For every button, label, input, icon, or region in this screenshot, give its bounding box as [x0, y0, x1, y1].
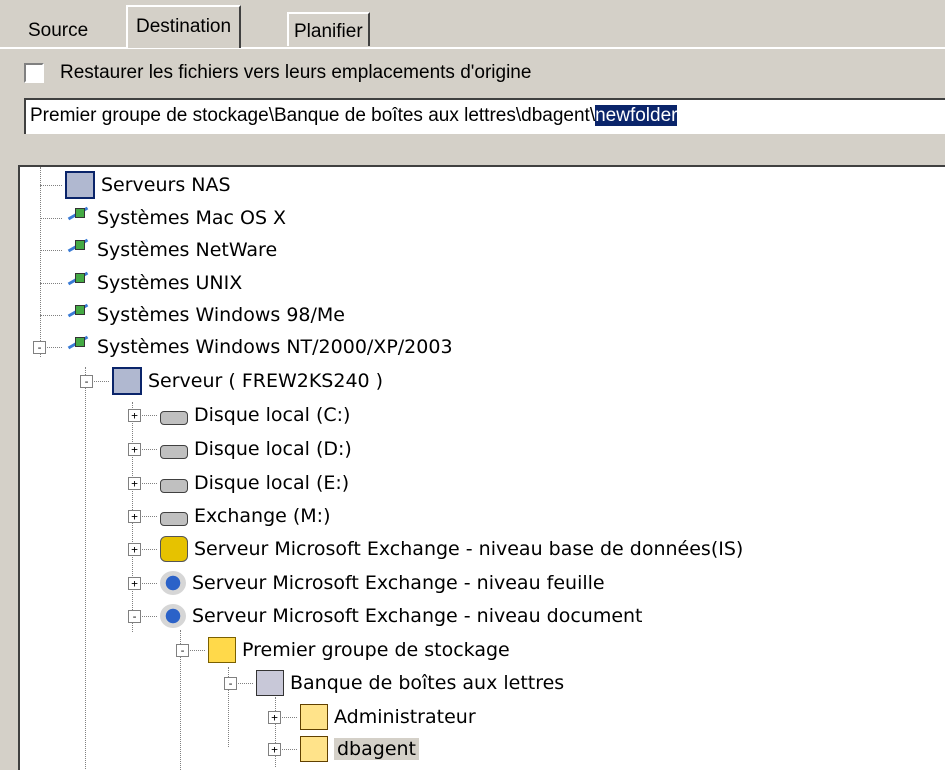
destination-path-prefix: Premier groupe de stockage\Banque de boî…	[30, 105, 596, 126]
tree-node-label: Serveur Microsoft Exchange - niveau feui…	[192, 572, 605, 594]
collapse-toggle[interactable]: -	[33, 341, 46, 354]
tree-node-label: Banque de boîtes aux lettres	[290, 672, 565, 694]
collapse-toggle[interactable]: -	[128, 610, 141, 623]
tree-node[interactable]: Serveur ( FREW2KS240 )	[112, 365, 383, 397]
tree-node[interactable]: Banque de boîtes aux lettres	[256, 667, 564, 699]
tree-node[interactable]: Disque local (D:)	[160, 433, 352, 465]
tree-node-label: Administrateur	[334, 706, 476, 728]
tree-node-label: Systèmes Windows NT/2000/XP/2003	[97, 336, 453, 358]
computer-icon	[112, 367, 142, 395]
tree-node[interactable]: Premier groupe de stockage	[208, 634, 510, 666]
tree-node-label: Disque local (E:)	[194, 472, 350, 494]
expand-toggle[interactable]: +	[128, 577, 141, 590]
collapse-toggle[interactable]: -	[176, 644, 189, 657]
destination-path-selected: newfolder	[595, 105, 678, 126]
mailbox-icon	[300, 736, 328, 762]
tree-node-label: Serveur Microsoft Exchange - niveau docu…	[192, 605, 643, 627]
expand-toggle[interactable]: +	[268, 743, 281, 756]
tree-node-label: Serveurs NAS	[101, 174, 231, 196]
expand-toggle[interactable]: +	[128, 477, 141, 490]
network-icon	[65, 335, 91, 359]
tab-destination[interactable]: Destination	[126, 5, 242, 48]
tree-node[interactable]: Systèmes Mac OS X	[65, 202, 286, 234]
database-icon	[160, 536, 188, 562]
tree-node-label: Systèmes Windows 98/Me	[97, 304, 345, 326]
disk-icon	[160, 411, 188, 425]
tree-node-label: Serveur ( FREW2KS240 )	[148, 370, 384, 392]
tree-node-label: Disque local (C:)	[194, 404, 351, 426]
restore-original-location-checkbox[interactable]	[24, 63, 44, 83]
tree-node[interactable]: Disque local (E:)	[160, 467, 349, 499]
network-icon	[65, 238, 91, 262]
restore-original-location-label: Restaurer les fichiers vers leurs emplac…	[60, 62, 532, 83]
expand-toggle[interactable]: +	[128, 510, 141, 523]
mailbox-icon	[300, 704, 328, 730]
tree-node[interactable]: Serveurs NAS	[65, 169, 231, 201]
expand-toggle[interactable]: +	[128, 543, 141, 556]
tree-node-label: Systèmes NetWare	[97, 239, 278, 261]
disk-icon	[160, 479, 188, 493]
tree-node-label: Exchange (M:)	[194, 505, 331, 527]
destination-tree[interactable]: Serveurs NAS Systèmes Mac OS X Systèmes Ne…	[18, 165, 945, 770]
tree-node[interactable]: Disque local (C:)	[160, 399, 350, 431]
destination-path-input[interactable]: Premier groupe de stockage\Banque de boî…	[24, 98, 945, 134]
expand-toggle[interactable]: +	[128, 443, 141, 456]
collapse-toggle[interactable]: -	[80, 375, 93, 388]
tree-node[interactable]: Serveur Microsoft Exchange - niveau docu…	[160, 600, 643, 632]
tree-node[interactable]: dbagent	[300, 733, 420, 765]
exchange-icon	[160, 604, 186, 628]
tree-node-label: Serveur Microsoft Exchange - niveau base…	[194, 538, 744, 560]
tree-node-label: dbagent	[334, 738, 420, 760]
tree-node-label: Systèmes Mac OS X	[97, 207, 287, 229]
collapse-toggle[interactable]: -	[224, 677, 237, 690]
tree-node[interactable]: Systèmes UNIX	[65, 267, 242, 299]
expand-toggle[interactable]: +	[128, 409, 141, 422]
tab-source[interactable]: Source	[22, 16, 94, 46]
storage-group-icon	[208, 637, 236, 663]
tree-node-label: Premier groupe de stockage	[242, 639, 510, 661]
tree-node[interactable]: Serveur Microsoft Exchange - niveau feui…	[160, 567, 605, 599]
disk-icon	[160, 512, 188, 526]
exchange-icon	[160, 571, 186, 595]
tree-node[interactable]: Exchange (M:)	[160, 500, 331, 532]
restore-original-location-option[interactable]: Restaurer les fichiers vers leurs emplac…	[24, 58, 531, 88]
tree-node-label: Systèmes UNIX	[97, 272, 243, 294]
disk-icon	[160, 445, 188, 459]
expand-toggle[interactable]: +	[268, 711, 281, 724]
tree-node-label: Disque local (D:)	[194, 438, 352, 460]
tab-bar: Source Destination Planifier	[0, 0, 945, 50]
tree-node[interactable]: Administrateur	[300, 701, 476, 733]
mailbox-store-icon	[256, 670, 284, 696]
tree-node[interactable]: Systèmes Windows NT/2000/XP/2003	[65, 331, 453, 363]
network-icon	[65, 303, 91, 327]
nas-icon	[65, 171, 95, 199]
tab-schedule[interactable]: Planifier	[287, 12, 370, 46]
tree-node[interactable]: Systèmes Windows 98/Me	[65, 299, 345, 331]
network-icon	[65, 206, 91, 230]
tree-node[interactable]: Serveur Microsoft Exchange - niveau base…	[160, 533, 743, 565]
network-icon	[65, 271, 91, 295]
tree-node[interactable]: Systèmes NetWare	[65, 234, 277, 266]
